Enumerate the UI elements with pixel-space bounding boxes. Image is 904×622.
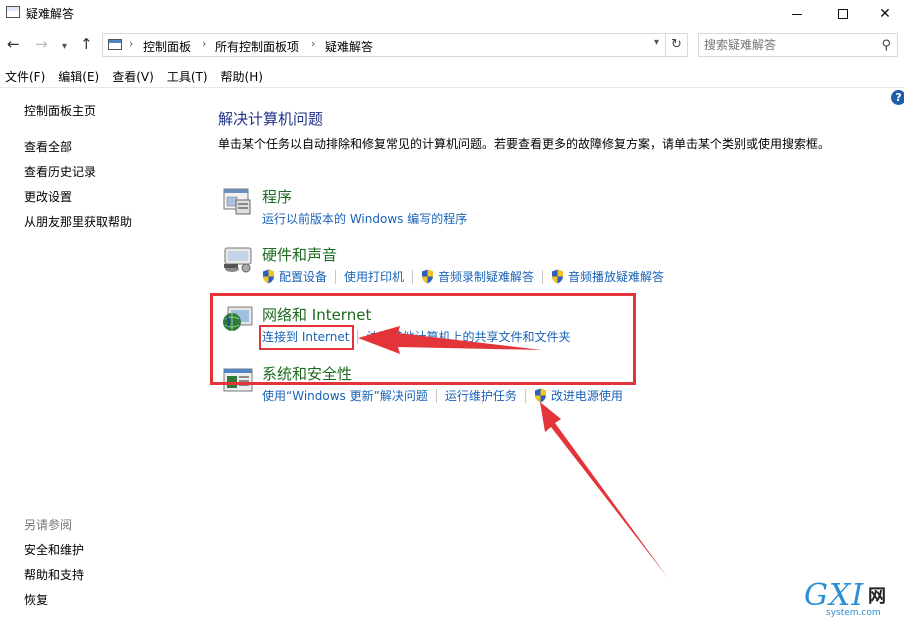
search-icon[interactable]: ⚲: [881, 38, 891, 53]
link-separator: [412, 269, 414, 284]
menu-bar: 文件(F) 编辑(E) 查看(V) 工具(T) 帮助(H): [0, 66, 904, 86]
menu-view[interactable]: 查看(V): [107, 66, 160, 86]
uac-shield-icon: [552, 269, 564, 284]
maximize-button[interactable]: [820, 0, 866, 28]
minimize-button[interactable]: [774, 0, 820, 28]
link-configure-device[interactable]: 配置设备: [279, 268, 327, 285]
link-windows-update-troubleshoot[interactable]: 使用“Windows 更新”解决问题: [262, 387, 428, 404]
link-use-printer[interactable]: 使用打印机: [344, 268, 404, 285]
window-title: 疑难解答: [26, 7, 75, 21]
minimize-icon: [792, 13, 802, 15]
chevron-right-icon[interactable]: ›: [202, 37, 206, 50]
uac-shield-icon: [422, 269, 434, 284]
link-separator: [335, 269, 337, 284]
link-improve-power-usage[interactable]: 改进电源使用: [551, 387, 623, 404]
recent-locations-button[interactable]: ▾: [62, 38, 67, 56]
close-button[interactable]: ✕: [862, 0, 904, 28]
chevron-down-icon[interactable]: ▾: [654, 37, 659, 48]
uac-shield-icon: [263, 269, 274, 284]
link-audio-recording-troubleshooter[interactable]: 音频录制疑难解答: [438, 268, 534, 285]
search-input[interactable]: [699, 34, 869, 56]
link-run-maintenance-tasks[interactable]: 运行维护任务: [445, 387, 517, 404]
page-description: 单击某个任务以自动排除和修复常见的计算机问题。若要查看更多的故障修复方案，请单击…: [218, 137, 831, 151]
breadcrumb-all-items[interactable]: 所有控制面板项: [215, 38, 299, 55]
address-bar[interactable]: › 控制面板 › 所有控制面板项 › 疑难解答 ▾: [102, 33, 666, 57]
title-bar: 疑难解答 ✕: [0, 0, 904, 28]
uac-shield-icon: [534, 388, 546, 403]
link-separator: [524, 388, 526, 403]
breadcrumb-control-panel[interactable]: 控制面板: [143, 38, 191, 55]
watermark-logo: GXI 网 system.com: [804, 578, 900, 620]
refresh-button[interactable]: ↻: [666, 33, 688, 57]
chevron-right-icon[interactable]: ›: [129, 37, 133, 50]
link-run-older-programs[interactable]: 运行以前版本的 Windows 编写的程序: [262, 210, 467, 227]
page-title: 解决计算机问题: [218, 110, 324, 128]
forward-button[interactable]: →: [35, 35, 48, 53]
breadcrumb-troubleshooting[interactable]: 疑难解答: [325, 38, 373, 55]
up-button[interactable]: ↑: [80, 35, 93, 53]
hardware-sound-icon: [224, 247, 252, 273]
close-icon: ✕: [879, 6, 891, 22]
troubleshoot-app-icon: [6, 6, 20, 18]
maximize-icon: [838, 9, 848, 19]
menu-file[interactable]: 文件(F): [0, 66, 51, 86]
chevron-right-icon[interactable]: ›: [311, 37, 315, 50]
refresh-icon: ↻: [671, 37, 682, 52]
link-separator: [435, 388, 437, 403]
programs-icon: [223, 188, 251, 215]
menu-tools[interactable]: 工具(T): [162, 66, 214, 86]
menu-edit[interactable]: 编辑(E): [53, 66, 105, 86]
watermark-cn: 网: [868, 586, 886, 607]
annotation-link-highlight: [259, 325, 354, 350]
control-panel-icon: [108, 39, 122, 50]
category-title-hardware-sound[interactable]: 硬件和声音: [262, 244, 337, 265]
back-button[interactable]: ←: [7, 35, 20, 53]
menu-help[interactable]: 帮助(H): [216, 66, 269, 86]
search-box[interactable]: ⚲: [698, 33, 898, 57]
address-row: ← → ▾ ↑ › 控制面板 › 所有控制面板项 › 疑难解答 ▾ ↻ ⚲: [0, 32, 904, 58]
category-title-programs[interactable]: 程序: [262, 186, 292, 207]
watermark-site: system.com: [826, 608, 881, 618]
link-audio-playback-troubleshooter[interactable]: 音频播放疑难解答: [568, 268, 664, 285]
link-separator: [542, 269, 544, 284]
